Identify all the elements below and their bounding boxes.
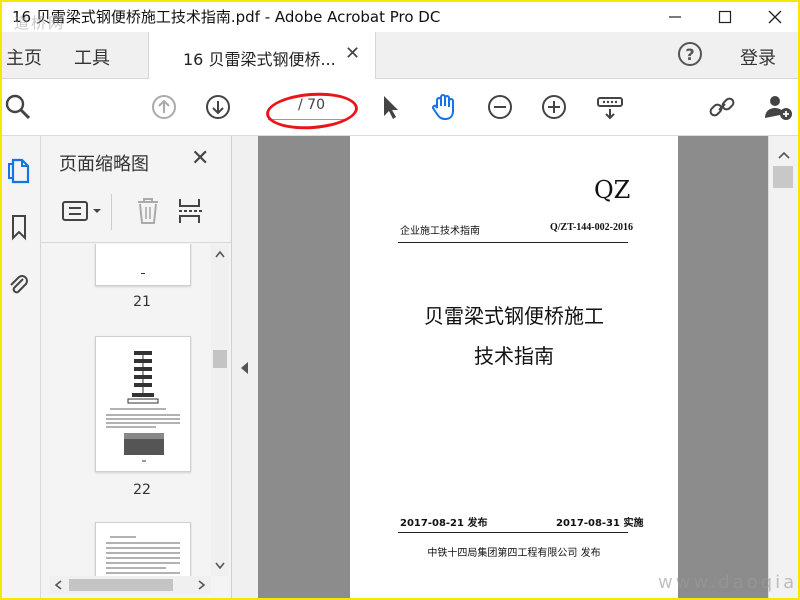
collapse-panel-handle[interactable] bbox=[232, 136, 258, 598]
thumbnail-page-23[interactable] bbox=[95, 522, 191, 576]
close-icon bbox=[768, 10, 782, 24]
close-tab-icon[interactable]: ✕ bbox=[345, 43, 360, 64]
search-icon[interactable] bbox=[2, 91, 34, 123]
scroll-left-icon bbox=[54, 580, 62, 590]
document-vertical-scrollbar[interactable] bbox=[768, 136, 798, 598]
doc-publish-date: 2017-08-21 发布 bbox=[400, 518, 488, 529]
acrobat-window: 16 贝雷梁式钢便桥施工技术指南.pdf - Adobe Acrobat Pro… bbox=[2, 2, 798, 598]
close-window-button[interactable] bbox=[750, 2, 798, 32]
watermark-bottom: www.daoqiaow.com bbox=[658, 572, 798, 593]
panel-tool-divider bbox=[111, 194, 112, 230]
scroll-right-icon bbox=[198, 580, 206, 590]
thumbnail-page-21[interactable] bbox=[95, 244, 191, 286]
tab-tools[interactable]: 工具 bbox=[74, 44, 110, 70]
scroll-up-icon bbox=[215, 250, 225, 258]
scroll-mode-icon[interactable] bbox=[594, 91, 626, 123]
page-gutter-left bbox=[258, 136, 350, 598]
maximize-button[interactable] bbox=[700, 2, 750, 32]
attachments-icon[interactable] bbox=[4, 270, 34, 300]
bookmarks-icon[interactable] bbox=[4, 212, 34, 242]
doc-scroll-up-icon bbox=[778, 151, 790, 159]
tab-document-label: 16 贝雷梁式钢便桥... bbox=[183, 50, 336, 69]
delete-page-icon[interactable] bbox=[135, 196, 161, 230]
thumbnail-vertical-scrollbar[interactable] bbox=[211, 244, 229, 576]
page-gutter-right bbox=[678, 136, 768, 598]
share-link-icon[interactable] bbox=[706, 91, 738, 123]
doc-scrollbar-thumb[interactable] bbox=[773, 166, 793, 188]
collapse-arrow-icon bbox=[241, 362, 248, 374]
scrollbar-thumb[interactable] bbox=[213, 350, 227, 368]
doc-standard-type: 企业施工技术指南 bbox=[400, 226, 480, 237]
doc-title-line2: 技术指南 bbox=[474, 344, 554, 368]
page-thumbnails-icon[interactable] bbox=[4, 156, 34, 186]
doc-rule-top bbox=[398, 242, 628, 243]
extract-pages-icon[interactable] bbox=[177, 196, 205, 230]
maximize-icon bbox=[718, 10, 732, 24]
thumbnail-page-22[interactable] bbox=[95, 336, 191, 472]
left-navigation-rail bbox=[2, 136, 41, 598]
minimize-icon bbox=[669, 16, 681, 18]
login-button[interactable]: 登录 bbox=[740, 44, 776, 70]
minimize-button[interactable] bbox=[650, 2, 700, 32]
pdf-page[interactable]: QZ 企业施工技术指南 Q/ZT-144-002-2016 贝雷梁式钢便桥施工 … bbox=[350, 136, 678, 598]
panel-toolbar bbox=[41, 184, 231, 243]
page-thumbnails-panel: 页面缩略图 ✕ 21 22 bbox=[41, 136, 232, 598]
main-toolbar: / 70 bbox=[2, 79, 798, 136]
title-bar: 16 贝雷梁式钢便桥施工技术指南.pdf - Adobe Acrobat Pro… bbox=[2, 2, 798, 32]
watermark-top: 道桥网 bbox=[14, 14, 66, 32]
thumbnail-number: 21 bbox=[133, 294, 151, 310]
doc-standard-number: Q/ZT-144-002-2016 bbox=[550, 222, 633, 233]
panel-title: 页面缩略图 bbox=[59, 154, 149, 175]
close-panel-icon[interactable]: ✕ bbox=[191, 146, 209, 171]
doc-header-code: QZ bbox=[594, 176, 631, 204]
select-cursor-icon[interactable] bbox=[374, 91, 406, 123]
tab-home[interactable]: 主页 bbox=[6, 44, 42, 70]
hand-tool-icon[interactable] bbox=[428, 91, 460, 123]
h-scrollbar-thumb[interactable] bbox=[69, 579, 173, 591]
zoom-out-icon[interactable] bbox=[484, 91, 516, 123]
thumbnail-horizontal-scrollbar[interactable] bbox=[49, 576, 211, 594]
tab-document[interactable]: 16 贝雷梁式钢便桥... ✕ bbox=[148, 32, 376, 79]
doc-publisher: 中铁十四局集团第四工程有限公司 发布 bbox=[427, 548, 601, 559]
tab-bar: 主页 工具 16 贝雷梁式钢便桥... ✕ ? 登录 bbox=[2, 32, 798, 79]
thumbnail-options-icon[interactable] bbox=[61, 198, 105, 228]
previous-page-icon[interactable] bbox=[148, 91, 180, 123]
doc-implement-date: 2017-08-31 实施 bbox=[556, 518, 644, 529]
next-page-icon[interactable] bbox=[202, 91, 234, 123]
thumbnail-list[interactable]: 21 22 bbox=[41, 244, 211, 576]
zoom-in-icon[interactable] bbox=[538, 91, 570, 123]
add-user-icon[interactable] bbox=[762, 91, 794, 123]
help-icon[interactable]: ? bbox=[678, 42, 702, 66]
doc-title-line1: 贝雷梁式钢便桥施工 bbox=[424, 304, 604, 328]
thumbnail-number: 22 bbox=[133, 482, 151, 498]
window-title: 16 贝雷梁式钢便桥施工技术指南.pdf - Adobe Acrobat Pro… bbox=[12, 8, 441, 26]
scroll-down-icon bbox=[215, 562, 225, 570]
doc-rule-bottom bbox=[398, 532, 628, 533]
